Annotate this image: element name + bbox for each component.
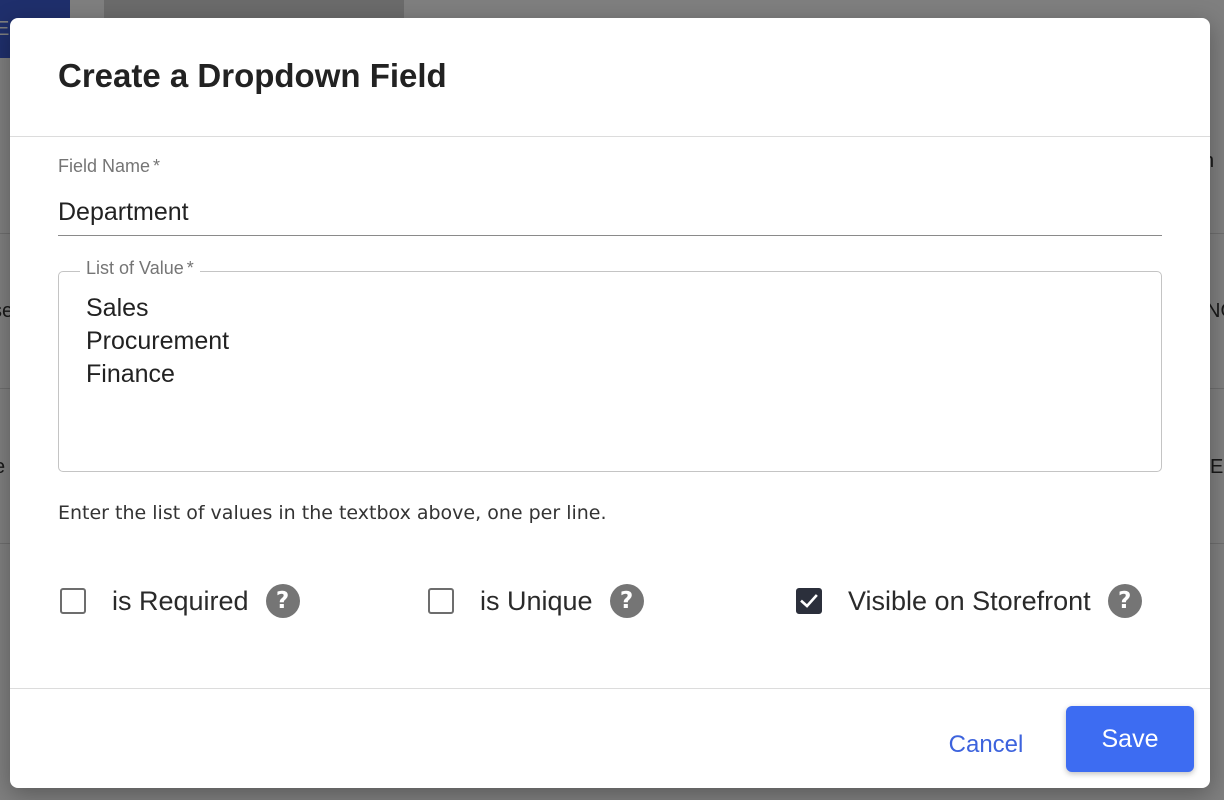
visible-on-storefront-option: Visible on Storefront ? bbox=[796, 583, 1142, 619]
save-button[interactable]: Save bbox=[1066, 706, 1194, 772]
field-name-input[interactable] bbox=[58, 190, 1162, 236]
visible-on-storefront-label[interactable]: Visible on Storefront bbox=[848, 586, 1091, 617]
required-marker: * bbox=[153, 156, 161, 176]
is-required-label[interactable]: is Required bbox=[112, 586, 249, 617]
is-unique-checkbox[interactable] bbox=[428, 588, 454, 614]
question-circle-icon[interactable]: ? bbox=[265, 584, 300, 618]
cancel-button[interactable]: Cancel bbox=[928, 722, 1044, 768]
checkmark-icon bbox=[800, 594, 818, 608]
field-name-label: Field Name * bbox=[58, 156, 161, 176]
dialog-title: Create a Dropdown Field bbox=[58, 57, 447, 94]
is-unique-option: is Unique ? bbox=[428, 583, 644, 619]
required-marker: * bbox=[186, 258, 194, 278]
list-of-values-label: List of Value * bbox=[80, 258, 200, 279]
question-circle-icon[interactable]: ? bbox=[1107, 584, 1142, 618]
visible-on-storefront-checkbox[interactable] bbox=[796, 588, 822, 614]
question-circle-icon[interactable]: ? bbox=[609, 584, 644, 618]
header-divider bbox=[10, 136, 1210, 137]
footer-divider bbox=[10, 688, 1210, 689]
is-unique-label[interactable]: is Unique bbox=[480, 586, 593, 617]
list-of-values-textarea[interactable]: Sales Procurement Finance bbox=[86, 292, 1146, 462]
is-required-option: is Required ? bbox=[60, 583, 300, 619]
helper-text: Enter the list of values in the textbox … bbox=[58, 502, 607, 524]
is-required-checkbox[interactable] bbox=[60, 588, 86, 614]
create-dropdown-field-dialog: Create a Dropdown Field Field Name* List… bbox=[10, 18, 1210, 788]
